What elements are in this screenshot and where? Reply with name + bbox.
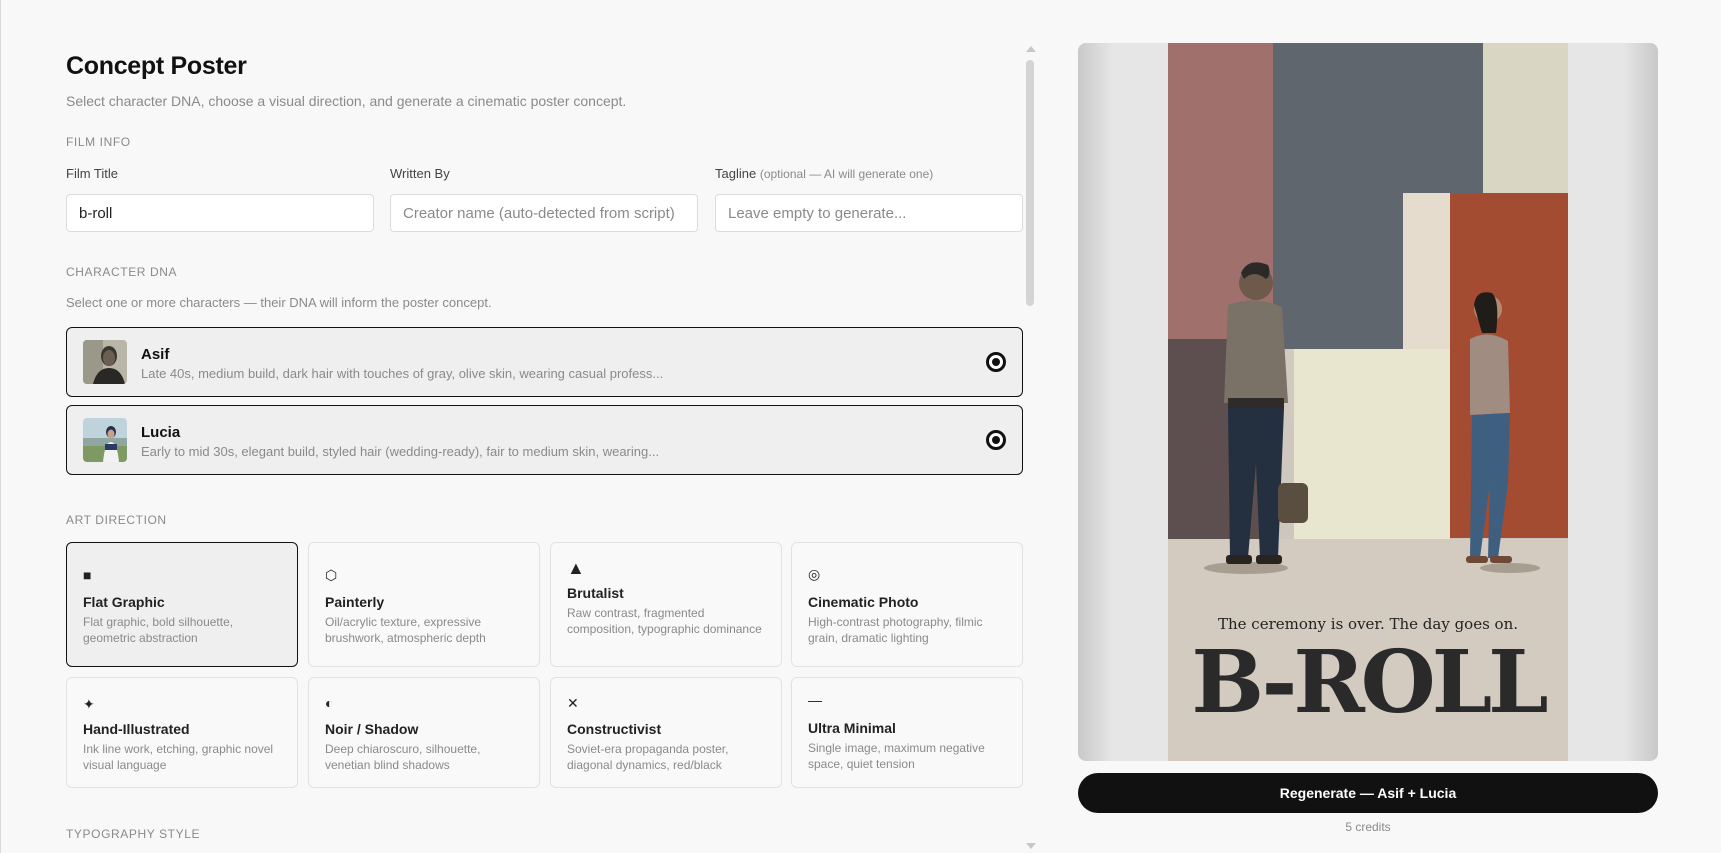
art-card-painterly[interactable]: ⬡ Painterly Oil/acrylic texture, express… bbox=[308, 542, 540, 667]
art-style-name: Ultra Minimal bbox=[808, 720, 896, 736]
art-style-name: Brutalist bbox=[567, 585, 624, 601]
film-title-field: Film Title bbox=[66, 166, 374, 232]
art-card-ultra-minimal[interactable]: — Ultra Minimal Single image, maximum ne… bbox=[791, 677, 1023, 788]
film-title-label: Film Title bbox=[66, 166, 118, 181]
art-style-description: Deep chiaroscuro, silhouette, venetian b… bbox=[325, 742, 481, 772]
scroll-down-arrow[interactable] bbox=[1026, 843, 1036, 849]
page-title: Concept Poster bbox=[66, 52, 247, 80]
art-card-brutalist[interactable]: ▲ Brutalist Raw contrast, fragmented com… bbox=[550, 542, 782, 667]
character-select-radio[interactable] bbox=[986, 430, 1006, 450]
art-card-hand-illustrated[interactable]: ✦ Hand-Illustrated Ink line work, etchin… bbox=[66, 677, 298, 788]
page-subtitle: Select character DNA, choose a visual di… bbox=[66, 93, 627, 109]
art-style-name: Painterly bbox=[325, 594, 385, 610]
regenerate-button[interactable]: Regenerate — Asif + Lucia bbox=[1078, 773, 1658, 813]
art-style-description: Ink line work, etching, graphic novel vi… bbox=[83, 742, 274, 772]
tagline-optional-hint: (optional — AI will generate one) bbox=[759, 167, 934, 181]
character-card-asif[interactable]: Asif Late 40s, medium build, dark hair w… bbox=[66, 327, 1023, 397]
poster-tagline: The ceremony is over. The day goes on. bbox=[1217, 615, 1519, 633]
character-name: Asif bbox=[141, 346, 170, 363]
target-icon: ◎ bbox=[808, 566, 821, 582]
triangle-icon: ▲ bbox=[567, 558, 585, 578]
art-direction-section-label: ART DIRECTION bbox=[66, 513, 167, 527]
scrollbar-thumb[interactable] bbox=[1026, 60, 1034, 306]
written-by-input[interactable] bbox=[390, 194, 698, 232]
character-dna-hint: Select one or more characters — their DN… bbox=[66, 295, 492, 310]
hexagon-icon: ⬡ bbox=[325, 567, 338, 583]
art-card-flat-graphic[interactable]: ■ Flat Graphic Flat graphic, bold silhou… bbox=[66, 542, 298, 667]
art-card-cinematic-photo[interactable]: ◎ Cinematic Photo High-contrast photogra… bbox=[791, 542, 1023, 667]
cross-icon: ✕ bbox=[567, 695, 579, 711]
art-style-name: Hand-Illustrated bbox=[83, 721, 190, 737]
poster-preview: The ceremony is over. The day goes on. B… bbox=[1078, 43, 1658, 761]
poster-title: B-ROLL bbox=[1191, 632, 1548, 733]
art-card-constructivist[interactable]: ✕ Constructivist Soviet-era propaganda p… bbox=[550, 677, 782, 788]
typography-section-label: TYPOGRAPHY STYLE bbox=[66, 827, 201, 841]
written-by-field: Written By bbox=[390, 166, 698, 232]
character-name: Lucia bbox=[141, 424, 181, 441]
art-style-name: Constructivist bbox=[567, 721, 662, 737]
scroll-up-arrow[interactable] bbox=[1026, 46, 1036, 52]
tagline-input[interactable] bbox=[715, 194, 1023, 232]
art-style-name: Noir / Shadow bbox=[325, 721, 419, 737]
character-avatar-asif bbox=[83, 340, 127, 384]
poster-preview-panel: The ceremony is over. The day goes on. B… bbox=[1078, 43, 1658, 834]
art-style-name: Flat Graphic bbox=[83, 594, 165, 610]
character-avatar-lucia bbox=[83, 418, 127, 462]
art-style-description: Raw contrast, fragmented composition, ty… bbox=[567, 606, 762, 636]
art-style-description: Flat graphic, bold silhouette, geometric… bbox=[83, 615, 234, 645]
art-card-noir-shadow[interactable]: ◐ Noir / Shadow Deep chiaroscuro, silhou… bbox=[308, 677, 540, 788]
art-style-description: High-contrast photography, filmic grain,… bbox=[808, 615, 983, 645]
tagline-label-text: Tagline bbox=[715, 166, 757, 181]
art-style-description: Oil/acrylic texture, expressive brushwor… bbox=[325, 615, 486, 645]
dash-icon: — bbox=[808, 692, 822, 708]
art-style-description: Single image, maximum negative space, qu… bbox=[808, 741, 985, 771]
tagline-label: Tagline (optional — AI will generate one… bbox=[715, 166, 1023, 182]
form-panel: Concept Poster Select character DNA, cho… bbox=[66, 0, 1024, 853]
character-dna-section-label: CHARACTER DNA bbox=[66, 265, 178, 279]
film-title-input[interactable] bbox=[66, 194, 374, 232]
square-icon: ■ bbox=[83, 567, 92, 583]
credits-label: 5 credits bbox=[1345, 820, 1391, 834]
character-description: Late 40s, medium build, dark hair with t… bbox=[141, 366, 664, 381]
art-style-description: Soviet-era propaganda poster, diagonal d… bbox=[567, 742, 729, 772]
character-select-radio[interactable] bbox=[986, 352, 1006, 372]
tagline-field: Tagline (optional — AI will generate one… bbox=[715, 166, 1023, 232]
film-info-section-label: FILM INFO bbox=[66, 135, 131, 149]
character-description: Early to mid 30s, elegant build, styled … bbox=[141, 444, 660, 459]
sparkle-icon: ✦ bbox=[83, 696, 95, 712]
art-style-name: Cinematic Photo bbox=[808, 594, 919, 610]
character-card-lucia[interactable]: Lucia Early to mid 30s, elegant build, s… bbox=[66, 405, 1023, 475]
written-by-label: Written By bbox=[390, 166, 450, 181]
half-circle-icon: ◐ bbox=[325, 695, 334, 711]
window-edge bbox=[0, 0, 1, 853]
